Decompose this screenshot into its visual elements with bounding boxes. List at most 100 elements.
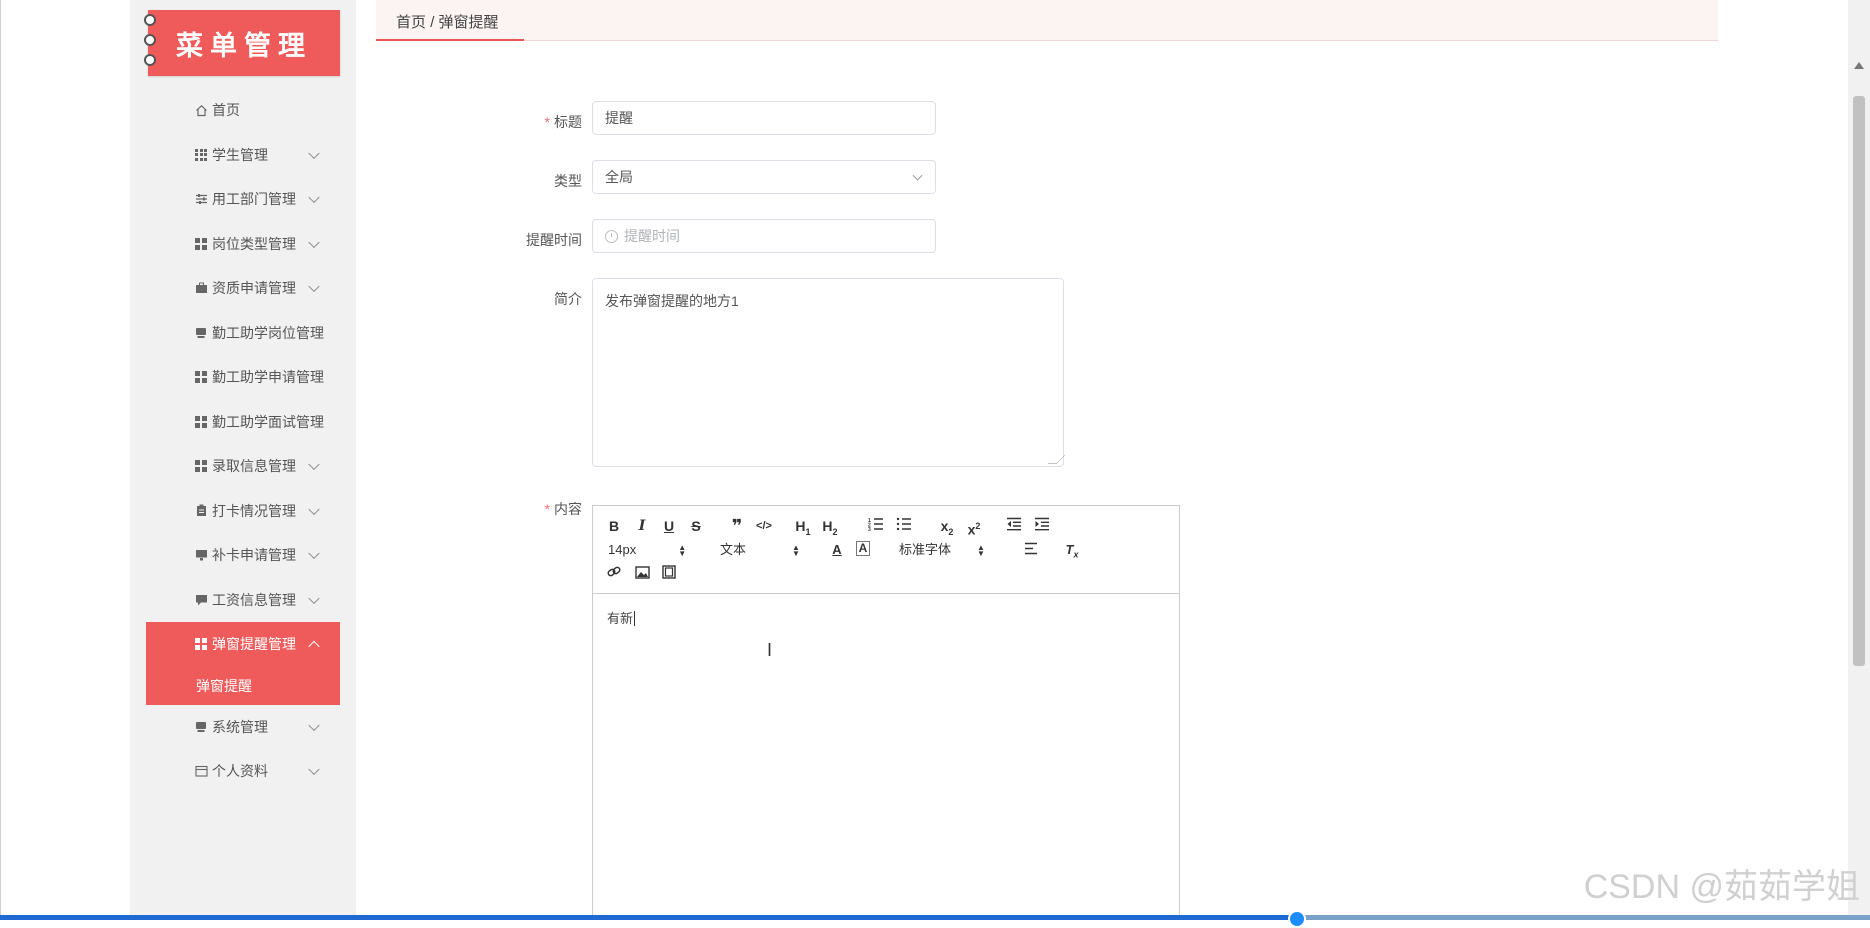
superscript-icon[interactable]: x2 bbox=[963, 517, 985, 538]
sidebar-item-system[interactable]: 系统管理 bbox=[146, 705, 340, 750]
logo-text: 菜单管理 bbox=[176, 30, 312, 62]
editor-content-area[interactable]: 有新 I bbox=[593, 594, 1179, 660]
chevron-down-icon bbox=[308, 503, 320, 515]
type-select[interactable]: 全局 bbox=[592, 160, 936, 194]
video-progress-bar[interactable] bbox=[0, 910, 1870, 928]
sidebar-item-attendance[interactable]: 打卡情况管理 bbox=[146, 489, 340, 534]
sidebar-item-work-study-applications[interactable]: 勤工助学申请管理 bbox=[146, 355, 340, 400]
outer-left-panel bbox=[0, 0, 131, 920]
code-block-icon[interactable]: </> bbox=[755, 517, 773, 535]
sidebar-subitem-popup-reminder[interactable]: 弹窗提醒 bbox=[146, 666, 340, 705]
image-icon[interactable] bbox=[633, 565, 651, 583]
sidebar-menu: 首页 学生管理 用工部门管理 岗位类型管理 资质申请管理 勤工助学岗位管理 勤工… bbox=[146, 88, 340, 794]
briefcase-icon bbox=[194, 281, 208, 295]
underline-icon[interactable]: U bbox=[660, 517, 678, 535]
grid-icon bbox=[194, 459, 208, 473]
breadcrumb-home[interactable]: 首页 bbox=[396, 14, 426, 31]
chevron-up-icon bbox=[308, 640, 320, 653]
intro-label: 简介 bbox=[554, 291, 582, 307]
title-input[interactable]: 提醒 bbox=[592, 101, 936, 135]
intro-textarea[interactable]: 发布弹窗提醒的地方1 bbox=[592, 278, 1066, 467]
content-label: * 内容 bbox=[544, 501, 582, 517]
progress-knob[interactable] bbox=[1288, 910, 1306, 928]
sidebar-item-label: 录取信息管理 bbox=[212, 458, 296, 475]
sidebar-item-salary[interactable]: 工资信息管理 bbox=[146, 578, 340, 623]
sidebar-item-admissions[interactable]: 录取信息管理 bbox=[146, 444, 340, 489]
sidebar-item-label: 弹窗提醒管理 bbox=[212, 636, 296, 653]
background-color-icon[interactable]: A bbox=[856, 541, 870, 556]
sidebar-item-makeup-card[interactable]: 补卡申请管理 bbox=[146, 533, 340, 578]
text-caret bbox=[634, 611, 636, 626]
sidebar-item-popup-reminders[interactable]: 弹窗提醒管理 bbox=[146, 622, 340, 667]
grid-icon bbox=[194, 237, 208, 251]
font-size-picker[interactable]: 14px ▲ ▼ bbox=[608, 541, 698, 559]
chevron-down-icon bbox=[308, 719, 320, 731]
sidebar-subitem-label: 弹窗提醒 bbox=[196, 677, 252, 694]
link-icon[interactable] bbox=[605, 565, 623, 583]
heading-1-icon[interactable]: H1 bbox=[792, 517, 814, 537]
reminder-time-picker[interactable]: 提醒时间 bbox=[592, 219, 936, 253]
updown-icon: ▲ ▼ bbox=[977, 542, 985, 558]
video-icon[interactable] bbox=[660, 565, 678, 583]
spiral-rings-icon bbox=[144, 14, 156, 72]
grid-icon bbox=[194, 370, 208, 384]
sidebar-item-label: 系统管理 bbox=[212, 718, 268, 735]
scroll-up-icon[interactable] bbox=[1854, 62, 1864, 69]
home-icon bbox=[194, 103, 208, 117]
indent-icon[interactable] bbox=[1033, 517, 1051, 535]
sidebar-item-job-types[interactable]: 岗位类型管理 bbox=[146, 222, 340, 267]
sliders-icon bbox=[194, 192, 208, 206]
sidebar-item-work-study-jobs[interactable]: 勤工助学岗位管理 bbox=[146, 311, 340, 356]
font-family-picker[interactable]: 标准字体 ▲ ▼ bbox=[899, 541, 999, 559]
chevron-down-icon bbox=[308, 458, 320, 471]
sidebar-item-label: 工资信息管理 bbox=[212, 591, 296, 608]
sidebar-item-profile[interactable]: 个人资料 bbox=[146, 749, 340, 794]
header-picker[interactable]: 文本 ▲ ▼ bbox=[720, 541, 810, 559]
chevron-down-icon bbox=[308, 547, 320, 560]
sidebar-item-label: 个人资料 bbox=[212, 763, 268, 780]
updown-icon: ▲ ▼ bbox=[792, 542, 800, 558]
outdent-icon[interactable] bbox=[1005, 517, 1023, 535]
required-asterisk: * bbox=[544, 501, 550, 517]
svg-text:3: 3 bbox=[868, 527, 871, 531]
bold-icon[interactable]: B bbox=[605, 517, 623, 535]
chat-icon bbox=[194, 593, 208, 607]
clipboard-icon bbox=[194, 504, 208, 518]
bullet-list-icon[interactable] bbox=[895, 517, 913, 535]
align-icon[interactable] bbox=[1022, 541, 1040, 559]
sidebar-item-label: 勤工助学申请管理 bbox=[212, 369, 324, 386]
scrollbar-thumb[interactable] bbox=[1853, 96, 1865, 666]
chevron-down-icon bbox=[308, 236, 320, 248]
text-cursor-icon: I bbox=[767, 640, 773, 660]
type-label: 类型 bbox=[554, 173, 582, 189]
sidebar-item-qualification[interactable]: 资质申请管理 bbox=[146, 266, 340, 311]
strikethrough-icon[interactable]: S bbox=[687, 517, 705, 535]
font-color-icon[interactable]: A bbox=[828, 541, 846, 559]
sidebar-item-students[interactable]: 学生管理 bbox=[146, 133, 340, 178]
sidebar-item-home[interactable]: 首页 bbox=[146, 88, 340, 133]
sidebar-item-label: 用工部门管理 bbox=[212, 191, 296, 208]
sidebar-item-label: 补卡申请管理 bbox=[212, 547, 296, 564]
sidebar-item-work-study-interviews[interactable]: 勤工助学面试管理 bbox=[146, 400, 340, 445]
subscript-icon[interactable]: x2 bbox=[936, 517, 958, 537]
grid-icon bbox=[194, 637, 208, 651]
vertical-scrollbar[interactable] bbox=[1848, 0, 1870, 920]
resize-handle-icon[interactable] bbox=[1047, 455, 1066, 464]
main-content: 首页 / 弹窗提醒 * 标题 提醒 类型 全局 提醒时间 提醒时间 简介 发布弹窗… bbox=[356, 0, 1870, 920]
clear-format-icon[interactable]: Tx bbox=[1063, 541, 1081, 560]
sidebar-logo: 菜单管理 bbox=[144, 10, 340, 76]
sidebar-item-label: 资质申请管理 bbox=[212, 280, 296, 297]
ordered-list-icon[interactable]: 123 bbox=[867, 517, 885, 535]
breadcrumb-current: 弹窗提醒 bbox=[438, 14, 499, 31]
rich-text-editor: B I U S ❞ </> H1 H2 123 x2 x2 14px ▲ ▼ 文… bbox=[592, 505, 1180, 920]
card-icon bbox=[194, 720, 208, 734]
sidebar-item-departments[interactable]: 用工部门管理 bbox=[146, 177, 340, 222]
chevron-down-icon bbox=[308, 592, 320, 604]
watermark: CSDN @茹茹学姐 bbox=[1583, 868, 1860, 906]
italic-icon[interactable]: I bbox=[633, 517, 651, 535]
title-label: * 标题 bbox=[544, 114, 582, 130]
heading-2-icon[interactable]: H2 bbox=[819, 517, 841, 537]
sidebar-item-label: 首页 bbox=[212, 102, 240, 119]
blockquote-icon[interactable]: ❞ bbox=[728, 517, 746, 535]
required-asterisk: * bbox=[544, 114, 550, 130]
